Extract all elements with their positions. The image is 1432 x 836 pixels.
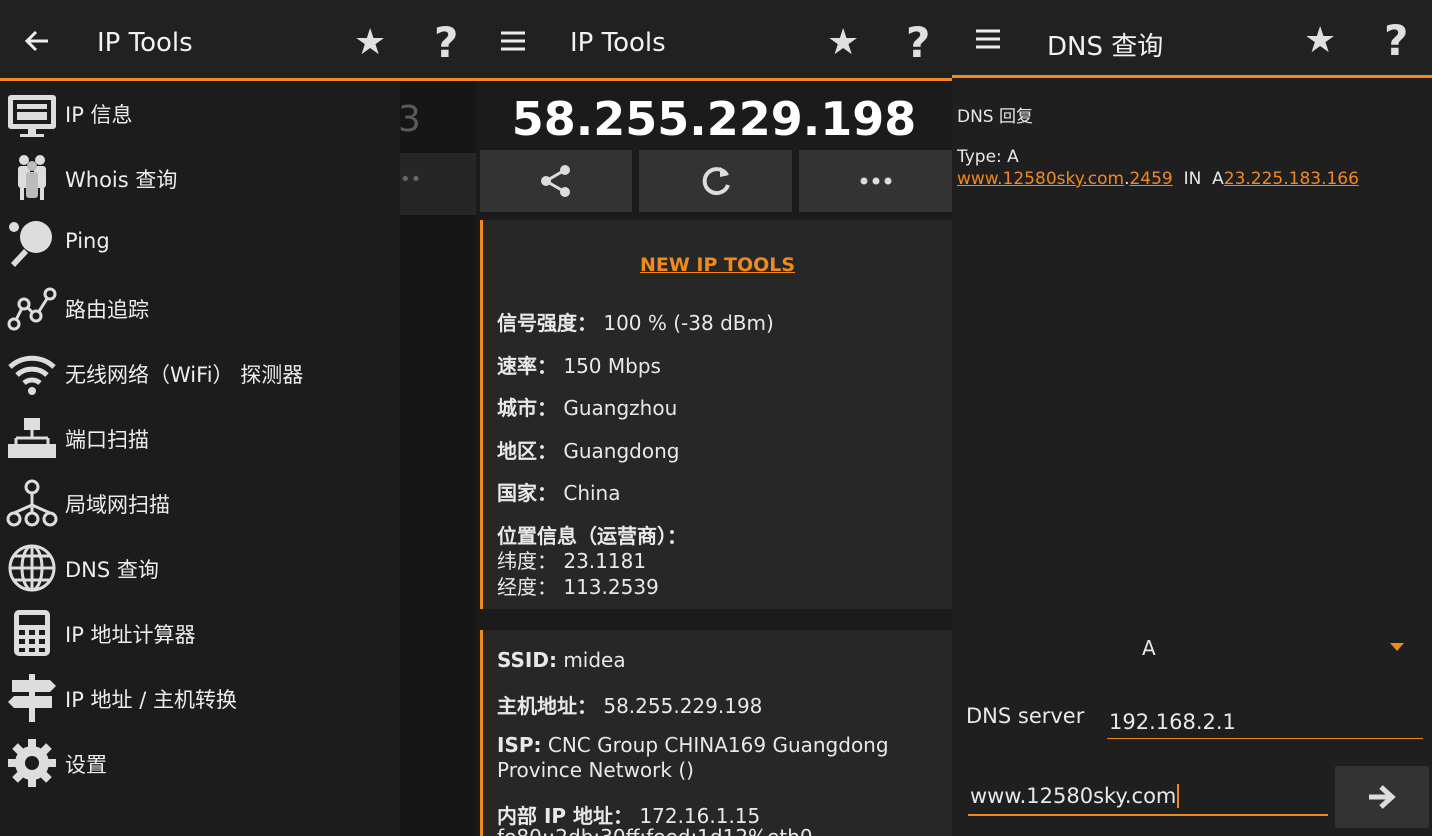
menu-item-wifi-scanner[interactable]: 无线网络（WiFi） 探测器 [0, 341, 400, 406]
menu-item-ping[interactable]: Ping [0, 211, 400, 276]
menu-item-label: Ping [65, 229, 110, 253]
dropdown-arrow-icon[interactable] [1390, 643, 1404, 651]
menu-item-label: Whois 查询 [65, 168, 178, 192]
drawer-panel: IP Tools ★ ? 3 •• IP 信息 Whois 查询 Ping 路由… [0, 0, 476, 836]
menu-item-label: 端口扫描 [65, 428, 149, 452]
record-host-link[interactable]: www.12580sky.com [957, 169, 1124, 189]
ping-pong-icon [9, 221, 52, 267]
city-row: 城市： Guangzhou [497, 396, 678, 420]
dns-server-label: DNS server [966, 704, 1085, 728]
gear-icon [8, 739, 56, 787]
arrow-right-icon [1369, 785, 1396, 809]
calculator-icon [14, 610, 50, 656]
dns-server-input[interactable]: 192.168.2.1 [1107, 700, 1423, 739]
record-type-line: Type: A [957, 147, 1019, 167]
app-bar: DNS 查询 ★ ? [952, 0, 1432, 78]
more-options-button[interactable] [799, 150, 952, 212]
menu-item-dns-lookup[interactable]: DNS 查询 [0, 536, 400, 601]
menu-hamburger-icon[interactable] [973, 24, 1003, 54]
menu-item-label: 局域网扫描 [65, 493, 170, 517]
monitor-icon [8, 95, 56, 137]
menu-hamburger-icon[interactable] [498, 26, 528, 56]
refresh-button[interactable] [639, 150, 792, 212]
route-graph-icon [7, 287, 57, 331]
dns-lookup-panel: DNS 查询 ★ ? DNS 回复 Type: A www.12580sky.c… [952, 0, 1432, 836]
menu-item-ip-calculator[interactable]: IP 地址计算器 [0, 601, 400, 666]
people-icon [18, 155, 46, 200]
menu-item-traceroute[interactable]: 路由追踪 [0, 276, 400, 341]
refresh-icon [702, 167, 730, 196]
network-info-card: NEW IP TOOLS 信号强度： 100 % (-38 dBm) 速率： 1… [480, 220, 952, 609]
record-ip-link[interactable]: 23.225.183.166 [1224, 169, 1359, 189]
lookup-submit-button[interactable] [1335, 766, 1429, 828]
speed-row: 速率： 150 Mbps [497, 354, 661, 378]
share-icon [541, 165, 570, 197]
isp-row-continued: Province Network () [497, 758, 694, 782]
connection-info-card: SSID: midea 主机地址： 58.255.229.198 ISP: CN… [480, 630, 952, 836]
app-title: IP Tools [570, 28, 666, 58]
menu-item-lan-scan[interactable]: 局域网扫描 [0, 471, 400, 536]
signpost-icon [8, 674, 56, 722]
query-type-value[interactable]: A [1142, 636, 1156, 660]
globe-icon [8, 544, 56, 592]
network-blocks-icon [8, 418, 56, 458]
menu-item-label: 路由追踪 [65, 298, 149, 322]
country-row: 国家： China [497, 481, 621, 505]
app-title: IP Tools [97, 28, 193, 58]
behind-content: 3 •• [398, 81, 476, 836]
behind-dots: •• [400, 169, 422, 190]
menu-item-label: 无线网络（WiFi） 探测器 [65, 363, 304, 387]
menu-item-label: IP 地址 / 主机转换 [65, 688, 237, 712]
favorite-star-icon[interactable]: ★ [354, 22, 386, 63]
share-button[interactable] [480, 150, 632, 212]
region-row: 地区： Guangdong [497, 439, 680, 463]
wifi-icon [8, 355, 56, 395]
favorite-star-icon[interactable]: ★ [1304, 20, 1336, 61]
menu-item-port-scan[interactable]: 端口扫描 [0, 406, 400, 471]
menu-item-label: IP 地址计算器 [65, 623, 196, 647]
menu-item-label: IP 信息 [65, 103, 133, 127]
menu-item-whois[interactable]: Whois 查询 [0, 146, 400, 211]
record-ttl-link[interactable]: 2459 [1129, 169, 1172, 189]
menu-item-ip-host-convert[interactable]: IP 地址 / 主机转换 [0, 666, 400, 731]
more-dots-icon [860, 177, 891, 185]
ipv6-row: fe80::2db:30ff:feed:1d12%eth0 [497, 825, 813, 836]
ssid-row: SSID: midea [497, 648, 626, 672]
public-ip-address: 58.255.229.198 [511, 92, 917, 146]
app-bar: IP Tools ★ ? [476, 0, 952, 81]
lan-scan-icon [6, 479, 58, 527]
help-icon[interactable]: ? [434, 18, 458, 67]
signal-row: 信号强度： 100 % (-38 dBm) [497, 311, 774, 335]
menu-item-ip-info[interactable]: IP 信息 [0, 81, 400, 146]
ip-info-panel: IP Tools ★ ? 58.255.229.198 NEW IP TOOLS… [476, 0, 952, 836]
dns-record-line: www.12580sky.com.2459 IN A23.225.183.166 [957, 169, 1359, 189]
dns-reply-label: DNS 回复 [957, 107, 1034, 127]
menu-item-label: DNS 查询 [65, 558, 159, 582]
favorite-star-icon[interactable]: ★ [827, 22, 859, 63]
help-icon[interactable]: ? [906, 18, 930, 67]
menu-item-settings[interactable]: 设置 [0, 731, 400, 796]
host-row: 主机地址： 58.255.229.198 [497, 694, 763, 718]
back-arrow-icon[interactable] [22, 26, 52, 56]
new-ip-tools-link[interactable]: NEW IP TOOLS [483, 254, 952, 276]
isp-row: ISP: CNC Group CHINA169 Guangdong [497, 733, 889, 757]
nav-drawer: IP 信息 Whois 查询 Ping 路由追踪 无线网络（WiFi） 探测器 [0, 81, 400, 836]
app-title: DNS 查询 [1047, 32, 1164, 62]
latitude-row: 纬度： 23.1181 [497, 549, 647, 573]
longitude-row: 经度： 113.2539 [497, 575, 659, 599]
menu-item-label: 设置 [65, 753, 107, 777]
app-bar: IP Tools ★ ? [0, 0, 476, 81]
help-icon[interactable]: ? [1384, 16, 1408, 65]
behind-glyph: 3 [398, 99, 421, 140]
domain-input[interactable]: www.12580sky.com [968, 774, 1328, 816]
